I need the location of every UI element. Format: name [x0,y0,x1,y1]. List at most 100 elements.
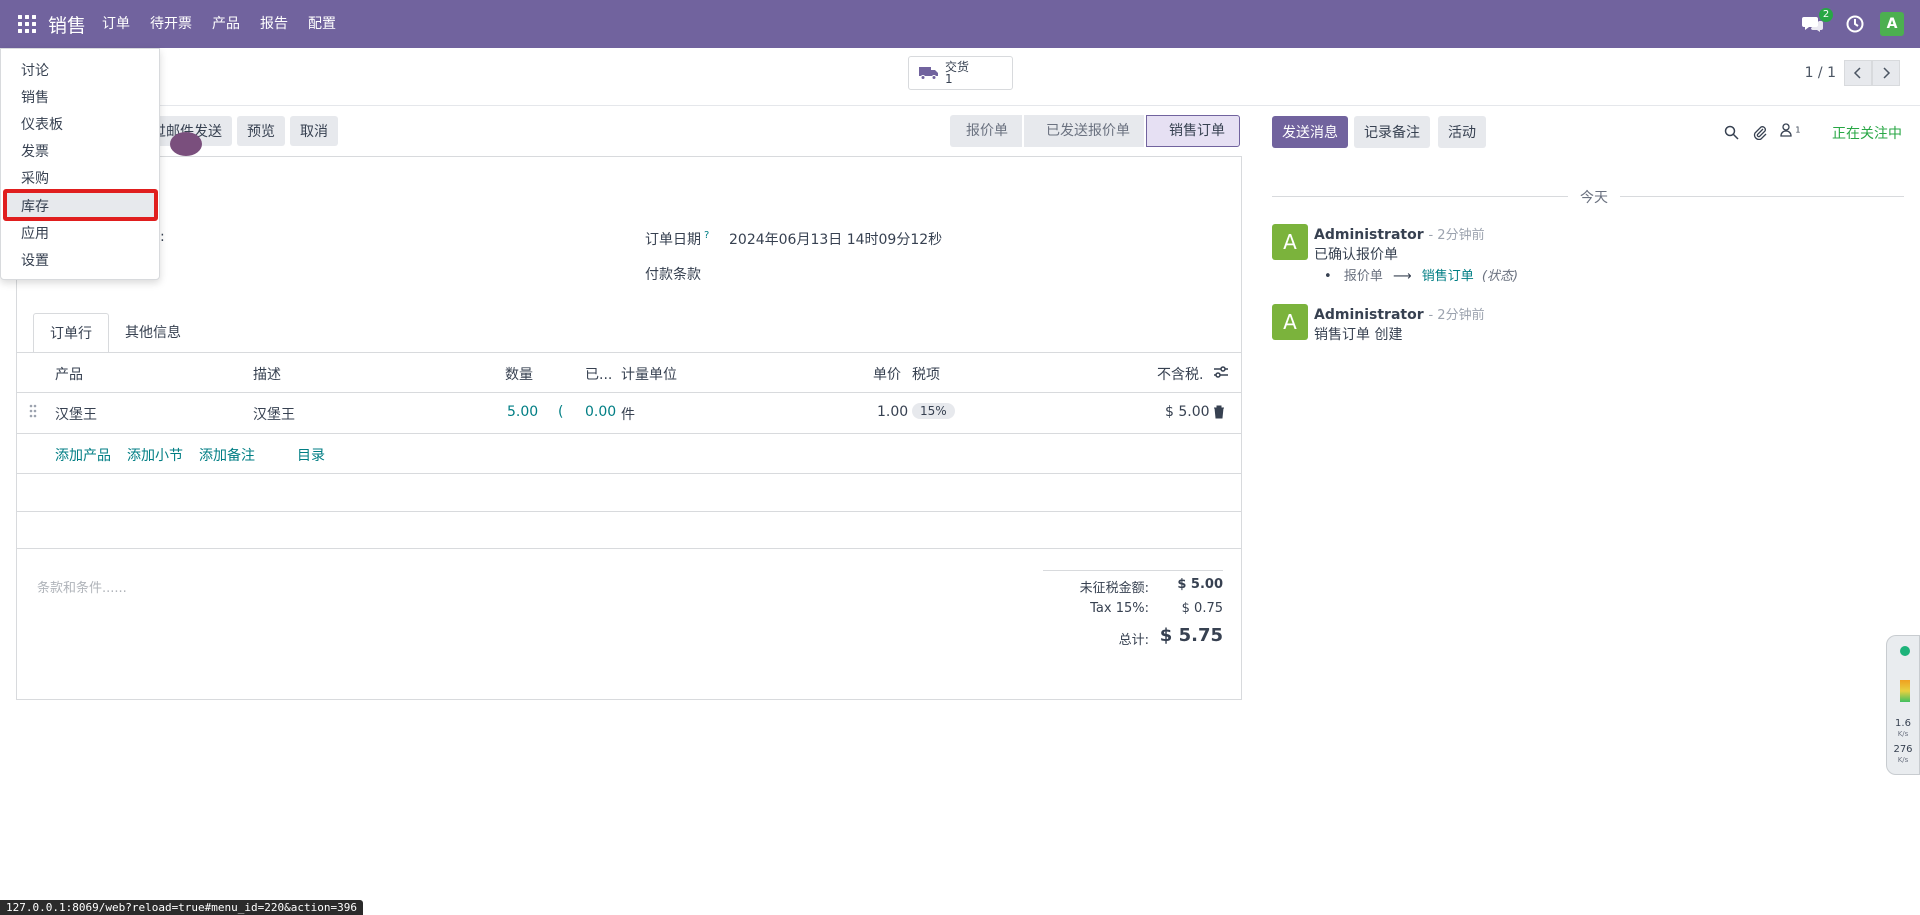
preview-button[interactable]: 预览 [237,116,285,146]
drag-handle-icon[interactable] [29,404,37,422]
user-icon [1780,123,1792,137]
line-quantity[interactable]: 5.00 [507,404,538,420]
author-avatar[interactable]: A [1272,304,1308,340]
menu-orders[interactable]: 订单 [92,0,140,48]
cancel-button[interactable]: 取消 [290,116,338,146]
add-line-row: 添加产品 添加小节 添加备注 目录 [17,433,1241,473]
line-delivered[interactable]: 0.00 [585,404,616,420]
following-toggle[interactable]: 正在关注中 [1832,123,1902,143]
app-brand[interactable]: 销售 [48,11,86,38]
pager-previous-button[interactable] [1844,60,1872,86]
col-quantity[interactable]: 数量 [505,364,533,384]
col-delivered[interactable]: 已... [585,364,612,384]
notebook-tabs: 订单行 其他信息 [33,313,197,353]
order-date-value[interactable]: 2024年06月13日 14时09分12秒 [729,229,942,249]
line-uom[interactable]: 件 [621,404,635,424]
menu-configuration[interactable]: 配置 [298,0,346,48]
order-date-label: 订单日期? [645,229,709,249]
empty-row [17,473,1241,511]
totals-panel: 未征税金额: $ 5.00 Tax 15%: $ 0.75 总计: $ 5.75 [1043,570,1223,653]
pager-next-button[interactable] [1872,60,1900,86]
tracking-field: (状态) [1481,269,1519,284]
tab-other-info[interactable]: 其他信息 [109,313,197,353]
dropdown-item-invoicing[interactable]: 发票 [21,141,49,161]
dropdown-item-settings[interactable]: 设置 [21,250,49,270]
line-tax-badge[interactable]: 15% [912,403,955,419]
total-value: $ 5.75 [1159,625,1223,646]
col-taxes[interactable]: 税项 [912,364,940,384]
message-body: 已确认报价单 [1314,247,1398,263]
activity-button[interactable]: 活动 [1438,116,1486,148]
col-product[interactable]: 产品 [55,364,83,384]
clock-icon[interactable] [1846,15,1864,33]
author-name[interactable]: Administrator [1314,307,1424,323]
chat-icon[interactable]: 2 [1802,8,1833,33]
col-uom[interactable]: 计量单位 [621,364,677,384]
delivery-smart-button[interactable]: 交货 1 [908,56,1013,90]
partial-field-label: : [160,229,165,245]
col-subtotal[interactable]: 不含税. [1157,364,1203,384]
line-product[interactable]: 汉堡王 [55,404,97,424]
cursor-pointer-blob [170,132,202,156]
dropdown-item-purchase[interactable]: 采购 [21,168,49,188]
stage-sales-order[interactable]: 销售订单 [1146,115,1240,147]
optional-columns-icon[interactable] [1213,365,1229,383]
top-menu: 订单 待开票 产品 报告 配置 [92,0,346,48]
add-section-link[interactable]: 添加小节 [127,445,183,465]
trash-icon[interactable] [1213,405,1225,423]
untaxed-row: 未征税金额: $ 5.00 [1043,577,1223,601]
search-icon[interactable] [1724,125,1739,144]
date-divider-label: 今天 [1568,187,1620,207]
col-description[interactable]: 描述 [253,364,281,384]
send-message-button[interactable]: 发送消息 [1272,116,1348,148]
paperclip-icon[interactable] [1752,124,1767,144]
order-date-label-text: 订单日期 [645,232,701,248]
followers-button[interactable]: 1 [1780,123,1801,140]
total-label: 总计: [1118,633,1149,648]
message-time: - 2分钟前 [1428,308,1485,323]
log-note-button[interactable]: 记录备注 [1354,116,1430,148]
dropdown-item-apps[interactable]: 应用 [21,223,49,243]
terms-and-conditions-input[interactable]: 条款和条件...... [37,577,127,596]
pager: 1 / 1 [1805,60,1900,86]
tab-order-lines[interactable]: 订单行 [33,313,109,353]
add-product-link[interactable]: 添加产品 [55,445,111,465]
chevron-left-icon [1853,67,1861,79]
forecast-icon[interactable]: ( [558,404,563,420]
stage-quotation-sent[interactable]: 已发送报价单 [1024,115,1144,147]
help-tooltip-icon[interactable]: ? [704,230,709,241]
dropdown-item-discuss[interactable]: 讨论 [21,60,49,80]
add-note-link[interactable]: 添加备注 [199,445,255,465]
table-header: 产品 描述 数量 已... 计量单位 单价 税项 不含税. [17,352,1241,392]
menu-products[interactable]: 产品 [202,0,250,48]
dropdown-item-sales[interactable]: 销售 [21,87,49,107]
arrow-right-icon: ⟶ [1392,269,1412,284]
payment-terms-label: 付款条款 [645,267,701,283]
apps-grid-icon[interactable] [18,15,36,33]
download-unit: K/s [1897,756,1909,764]
col-unit-price[interactable]: 单价 [873,364,901,384]
menu-reporting[interactable]: 报告 [250,0,298,48]
dropdown-item-inventory[interactable]: 库存 [21,196,49,216]
dropdown-item-dashboard[interactable]: 仪表板 [21,114,63,134]
pager-value[interactable]: 1 / 1 [1805,65,1836,81]
user-avatar[interactable]: A [1880,12,1904,36]
line-unit-price[interactable]: 1.00 [877,404,908,420]
upload-speed: 1.6 [1895,718,1911,729]
tracking-old-value: 报价单 [1343,269,1383,284]
untaxed-value: $ 5.00 [1177,577,1223,592]
empty-row [17,511,1241,549]
table-row[interactable]: 汉堡王 汉堡王 5.00 ( 0.00 件 1.00 15% $ 5.00 [17,392,1241,433]
author-name[interactable]: Administrator [1314,227,1424,243]
control-panel: 交货 1 1 / 1 [0,48,1920,106]
message-author: Administrator - 2分钟前 [1314,304,1485,323]
stage-quotation[interactable]: 报价单 [950,115,1022,147]
tracking-value: • 报价单 ⟶ 销售订单 (状态) [1324,269,1519,284]
status-url-bar: 127.0.0.1:8069/web?reload=true#menu_id=2… [0,900,363,915]
author-avatar[interactable]: A [1272,224,1308,260]
meter-bar-icon [1900,680,1910,702]
line-description[interactable]: 汉堡王 [253,404,295,424]
menu-to-invoice[interactable]: 待开票 [140,0,202,48]
catalog-link[interactable]: 目录 [297,445,325,465]
network-speed-widget[interactable]: 1.6 K/s 276 K/s [1886,635,1920,775]
